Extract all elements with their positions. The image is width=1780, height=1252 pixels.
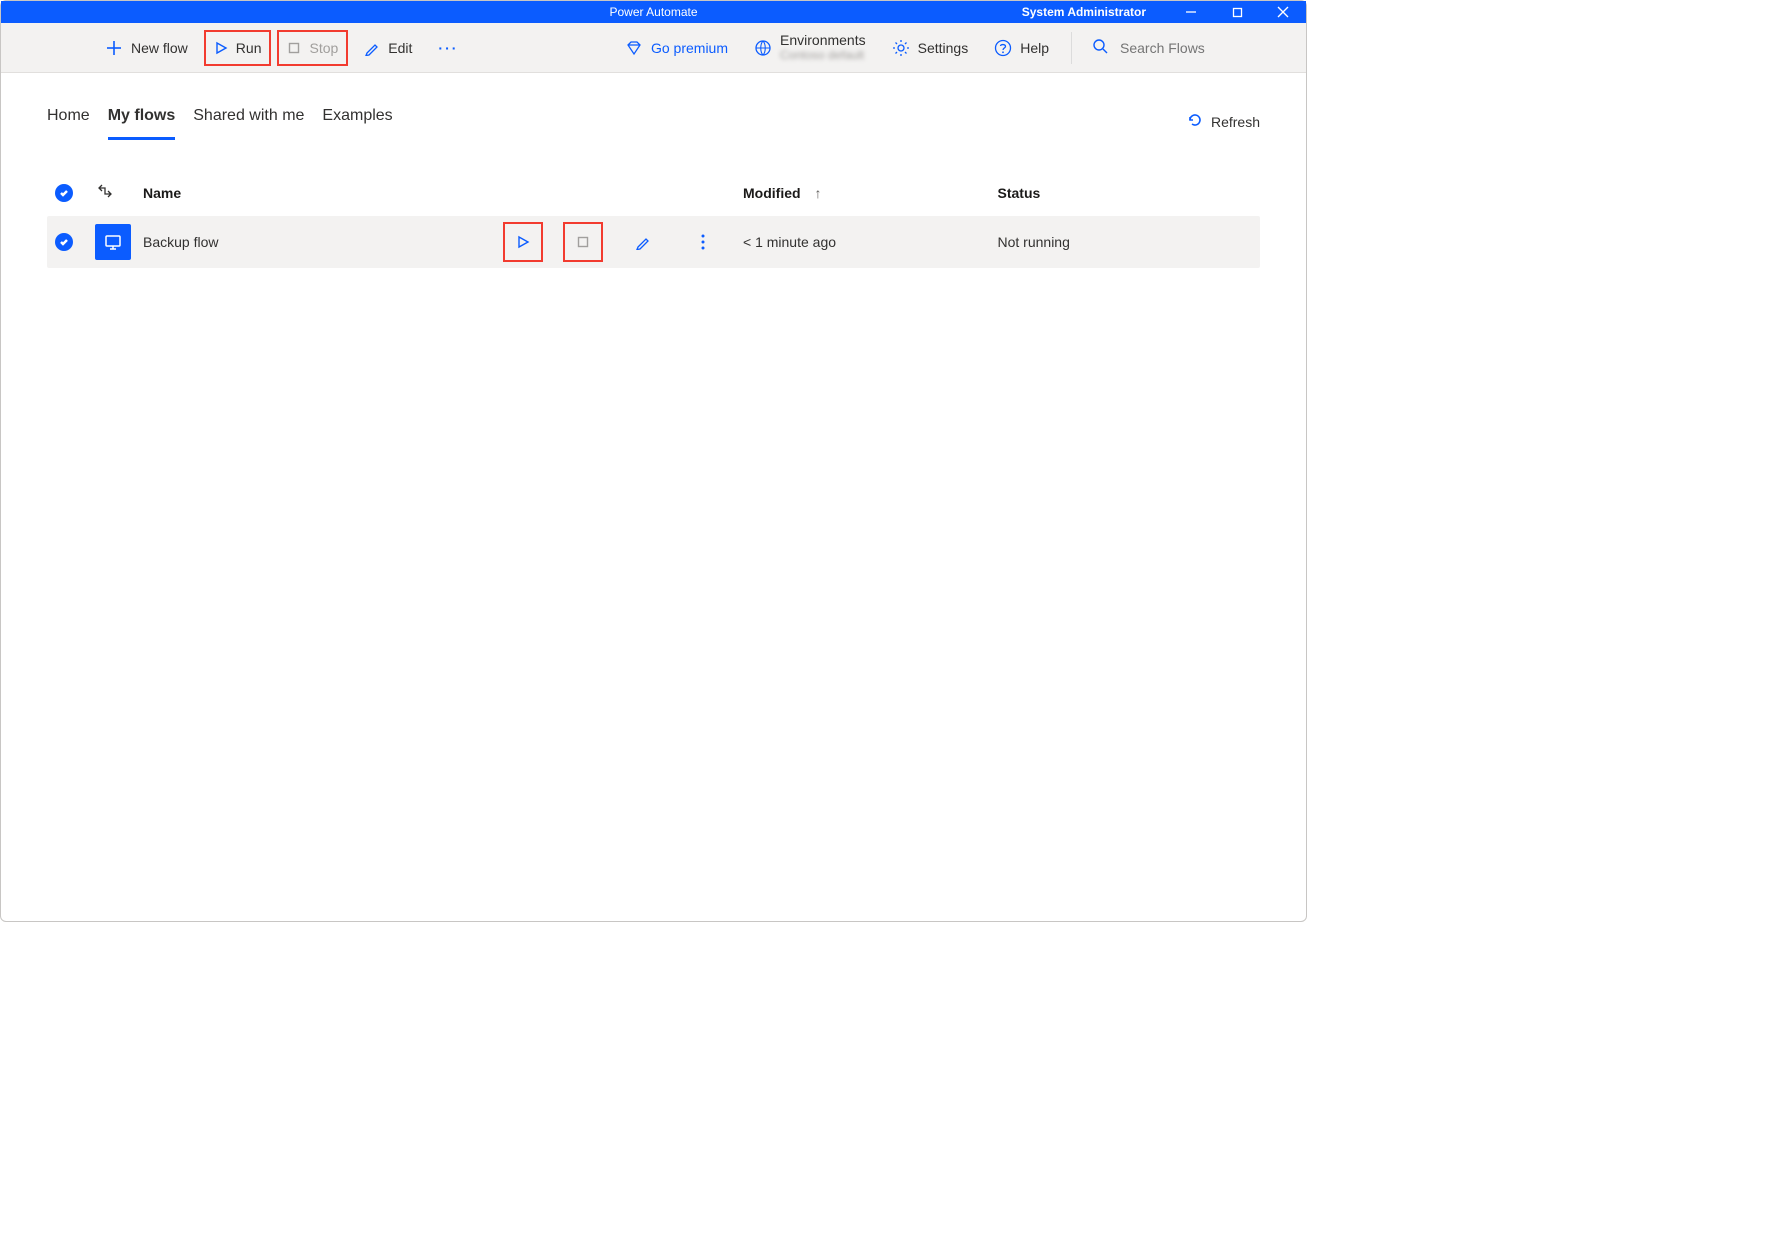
search-input[interactable] [1118,39,1298,57]
flows-table: Name Modified ↑ Status Backup flow [47,170,1260,268]
stop-label: Stop [309,40,338,56]
tab-home[interactable]: Home [47,103,90,140]
titlebar: Power Automate System Administrator [1,1,1306,23]
new-flow-label: New flow [131,40,188,56]
minimize-button[interactable] [1168,1,1214,23]
nav-tabs: Home My flows Shared with me Examples [47,103,393,140]
type-icon-header [95,182,143,205]
settings-label: Settings [918,40,969,56]
close-button[interactable] [1260,1,1306,23]
play-icon [516,235,530,249]
refresh-label: Refresh [1211,114,1260,130]
table-header: Name Modified ↑ Status [47,170,1260,216]
minimize-icon [1185,6,1197,18]
tab-examples[interactable]: Examples [322,103,392,140]
help-icon [994,39,1012,57]
search-icon [1092,38,1108,57]
flow-name: Backup flow [143,234,503,250]
vertical-ellipsis-icon [701,234,705,250]
user-name: System Administrator [1022,5,1146,19]
play-icon [214,41,228,55]
refresh-button[interactable]: Refresh [1187,112,1260,131]
maximize-icon [1232,7,1243,18]
stop-button[interactable]: Stop [277,30,348,66]
row-edit-button[interactable] [623,222,663,262]
pencil-icon [635,234,651,250]
globe-icon [754,39,772,57]
sort-asc-icon: ↑ [814,185,821,201]
status-column-header[interactable]: Status [998,185,1253,201]
row-checkbox[interactable] [55,233,95,251]
run-label: Run [236,40,262,56]
stop-icon [287,41,301,55]
search-box[interactable] [1084,38,1298,57]
tab-my-flows[interactable]: My flows [108,103,176,140]
go-premium-button[interactable]: Go premium [615,30,738,66]
name-column-header[interactable]: Name [143,185,503,201]
divider [1071,32,1072,64]
help-button[interactable]: Help [984,30,1059,66]
flow-status: Not running [998,234,1253,250]
more-button[interactable]: ··· [428,30,468,66]
pencil-icon [364,40,380,56]
settings-button[interactable]: Settings [882,30,979,66]
refresh-icon [1187,112,1203,131]
run-button[interactable]: Run [204,30,272,66]
command-bar: New flow Run Stop Edit ··· Go premium [1,23,1306,73]
environment-current: Contoso default [780,49,866,62]
ellipsis-icon: ··· [438,40,458,56]
app-title: Power Automate [609,5,697,19]
environments-label: Environments [780,33,866,48]
modified-column-header[interactable]: Modified ↑ [743,185,998,201]
help-label: Help [1020,40,1049,56]
maximize-button[interactable] [1214,1,1260,23]
row-more-button[interactable] [683,222,723,262]
stop-icon [576,235,590,249]
edit-label: Edit [388,40,412,56]
go-premium-label: Go premium [651,40,728,56]
row-run-button[interactable] [503,222,543,262]
row-stop-button[interactable] [563,222,603,262]
environments-button[interactable]: Environments Contoso default [744,30,876,66]
flow-type-icon [95,224,143,260]
plus-icon [105,39,123,57]
close-icon [1277,6,1289,18]
flow-modified: < 1 minute ago [743,234,998,250]
tab-shared[interactable]: Shared with me [193,103,304,140]
table-row[interactable]: Backup flow < 1 minute ago Not running [47,216,1260,268]
edit-button[interactable]: Edit [354,30,422,66]
select-all-header[interactable] [55,184,95,202]
content-area: Home My flows Shared with me Examples Re… [1,73,1306,268]
diamond-icon [625,39,643,57]
window-controls [1168,1,1306,23]
new-flow-button[interactable]: New flow [95,30,198,66]
gear-icon [892,39,910,57]
